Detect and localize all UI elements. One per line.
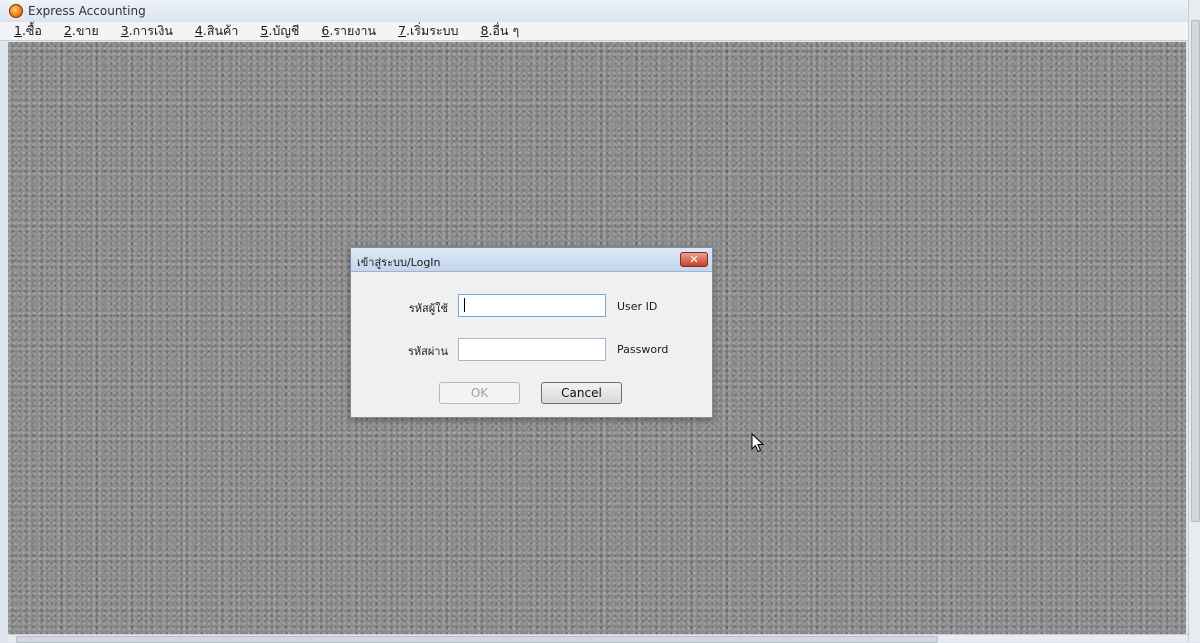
menu-products-label: .สินค้า — [202, 23, 239, 38]
horizontal-scrollbar[interactable] — [8, 634, 1188, 643]
app-logo-icon — [9, 4, 23, 18]
menu-finance[interactable]: 3.การเงิน — [113, 21, 181, 41]
menu-accounts[interactable]: 5.บัญชี — [252, 21, 307, 41]
close-icon: ✕ — [689, 253, 699, 266]
menu-purchase[interactable]: 1.ซื้อ — [6, 21, 50, 41]
ok-button[interactable]: OK — [439, 382, 520, 404]
vertical-scrollbar-thumb[interactable] — [1191, 20, 1200, 522]
menu-purchase-label: .ซื้อ — [21, 23, 42, 38]
menu-reports[interactable]: 6.รายงาน — [313, 21, 384, 41]
menu-bar: 1.ซื้อ 2.ขาย 3.การเงิน 4.สินค้า 5.บัญชี … — [0, 22, 1188, 41]
menu-setup-accelerator: 7 — [398, 23, 406, 38]
menu-sales-accelerator: 2 — [63, 23, 72, 38]
menu-purchase-accelerator: 1 — [14, 23, 22, 38]
cancel-button[interactable]: Cancel — [541, 382, 622, 404]
window-left-border — [0, 42, 8, 642]
menu-setup-label: .เริ่มระบบ — [406, 23, 459, 38]
text-caret — [464, 298, 465, 312]
menu-sales[interactable]: 2.ขาย — [56, 21, 107, 41]
menu-setup[interactable]: 7.เริ่มระบบ — [390, 21, 466, 41]
menu-products[interactable]: 4.สินค้า — [187, 21, 246, 41]
menu-finance-label: .การเงิน — [128, 23, 173, 38]
password-label: รหัสผ่าน — [407, 345, 448, 358]
window-title: Express Accounting — [28, 4, 146, 18]
menu-sales-label: .ขาย — [71, 23, 99, 38]
user-id-input[interactable] — [458, 294, 606, 317]
vertical-scrollbar[interactable] — [1188, 0, 1200, 642]
menu-other[interactable]: 8.อื่น ๆ — [473, 21, 528, 41]
user-id-label: รหัสผู้ใช้ — [408, 302, 448, 315]
password-input[interactable] — [458, 338, 606, 361]
menu-other-label: .อื่น ๆ — [488, 23, 520, 38]
menu-products-accelerator: 4 — [194, 23, 203, 38]
menu-finance-accelerator: 3 — [120, 23, 129, 38]
login-dialog-title: เข้าสู่ระบบ/LogIn — [357, 256, 441, 269]
user-id-hint: User ID — [617, 300, 658, 313]
menu-accounts-label: .บัญชี — [268, 23, 300, 38]
menu-reports-label: .รายงาน — [329, 23, 377, 38]
window-titlebar: Express Accounting — [0, 0, 1200, 22]
login-dialog: เข้าสู่ระบบ/LogIn ✕ รหัสผู้ใช้ User ID ร… — [350, 247, 713, 418]
close-button[interactable]: ✕ — [680, 252, 708, 267]
login-dialog-titlebar: เข้าสู่ระบบ/LogIn ✕ — [351, 248, 712, 272]
password-hint: Password — [617, 343, 669, 356]
